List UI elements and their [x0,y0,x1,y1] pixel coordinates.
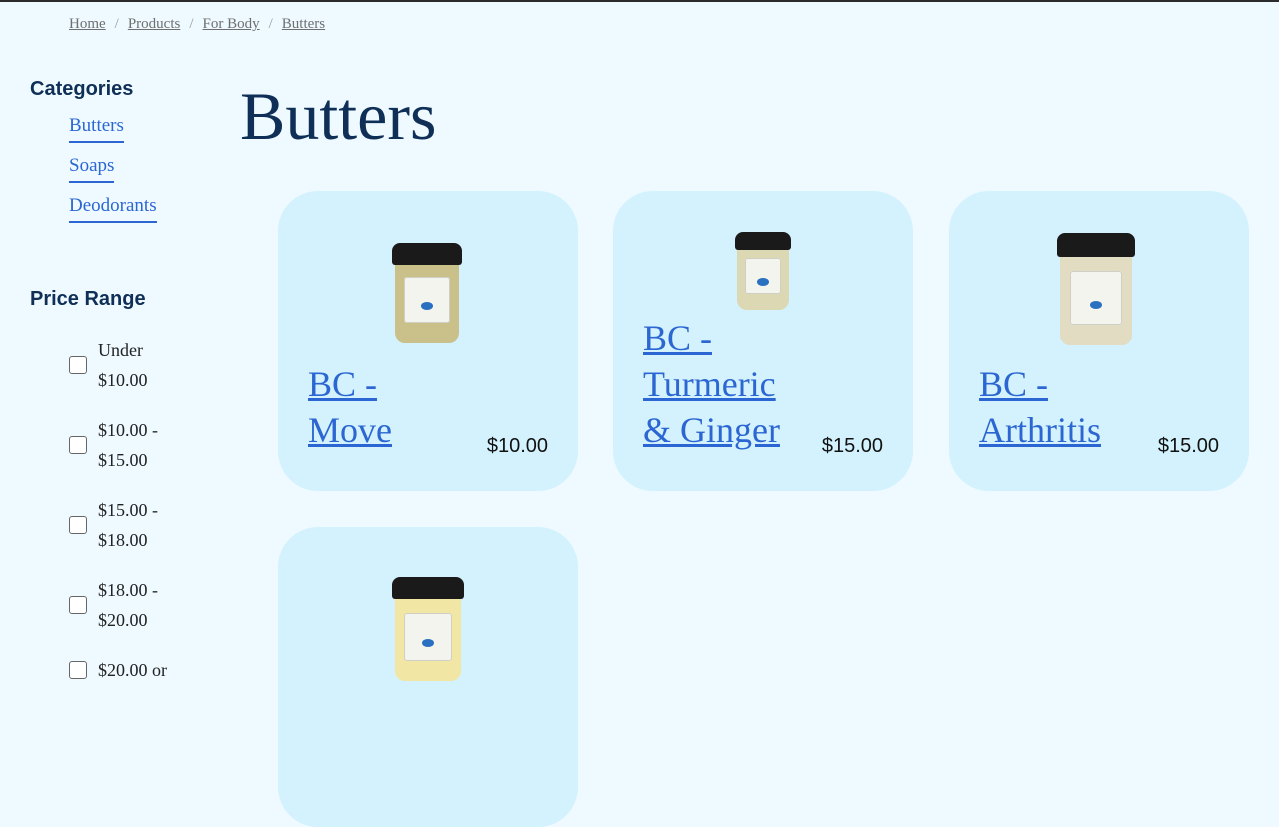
price-filter-checkbox[interactable] [69,356,87,374]
product-price: $10.00 [486,435,548,457]
product-card[interactable]: BC - Arthritis $15.00 [949,191,1249,491]
breadcrumb-separator: / [268,16,273,32]
price-filter-label: Under $10.00 [98,340,148,390]
category-link-deodorants[interactable]: Deodorants [69,195,157,223]
price-filter-item: $15.00 - $18.00 [69,495,210,555]
price-filter-label: $20.00 or [98,660,167,680]
sidebar: Categories Butters Soaps Deodorants Pric… [30,78,210,705]
price-filter-checkbox[interactable] [69,436,87,454]
breadcrumb-products[interactable]: Products [128,16,181,32]
product-name-link[interactable]: BC - Move [308,361,468,453]
price-filter-checkbox[interactable] [69,661,87,679]
jar-icon[interactable] [392,243,462,343]
categories-heading: Categories [30,78,134,100]
jar-icon[interactable] [735,232,791,310]
breadcrumb-home[interactable]: Home [69,16,106,32]
price-filter-item: $20.00 or [69,655,210,685]
product-name-link[interactable]: BC - Arthritis [979,361,1139,453]
breadcrumb: Home / Products / For Body / Butters [69,16,325,33]
breadcrumb-separator: / [114,16,119,32]
jar-icon[interactable] [392,577,464,681]
price-filter-item: Under $10.00 [69,335,210,395]
breadcrumb-butters[interactable]: Butters [282,16,325,32]
breadcrumb-separator: / [189,16,194,32]
product-price: $15.00 [821,435,883,457]
price-filter-list: Under $10.00 $10.00 - $15.00 $15.00 - $18.0… [69,335,210,685]
price-filter-label: $18.00 - $20.00 [98,580,158,630]
product-card[interactable]: BC - Move $10.00 [278,191,578,491]
page-title: Butters [240,78,437,154]
category-link-soaps[interactable]: Soaps [69,155,115,183]
price-filter-label: $15.00 - $18.00 [98,500,158,550]
price-filter-item: $10.00 - $15.00 [69,415,210,475]
category-list: Butters Soaps Deodorants [69,115,210,223]
price-filter-item: $18.00 - $20.00 [69,575,210,635]
category-link-butters[interactable]: Butters [69,115,124,143]
product-card[interactable] [278,527,578,827]
jar-icon[interactable] [1057,233,1135,345]
product-price: $15.00 [1157,435,1219,457]
product-name-link[interactable]: BC - Turmeric & Ginger [643,315,803,453]
breadcrumb-for-body[interactable]: For Body [203,16,260,32]
price-filter-label: $10.00 - $15.00 [98,420,158,470]
price-range-heading: Price Range [30,288,146,310]
product-card[interactable]: BC - Turmeric & Ginger $15.00 [613,191,913,491]
price-filter-checkbox[interactable] [69,516,87,534]
price-filter-checkbox[interactable] [69,596,87,614]
